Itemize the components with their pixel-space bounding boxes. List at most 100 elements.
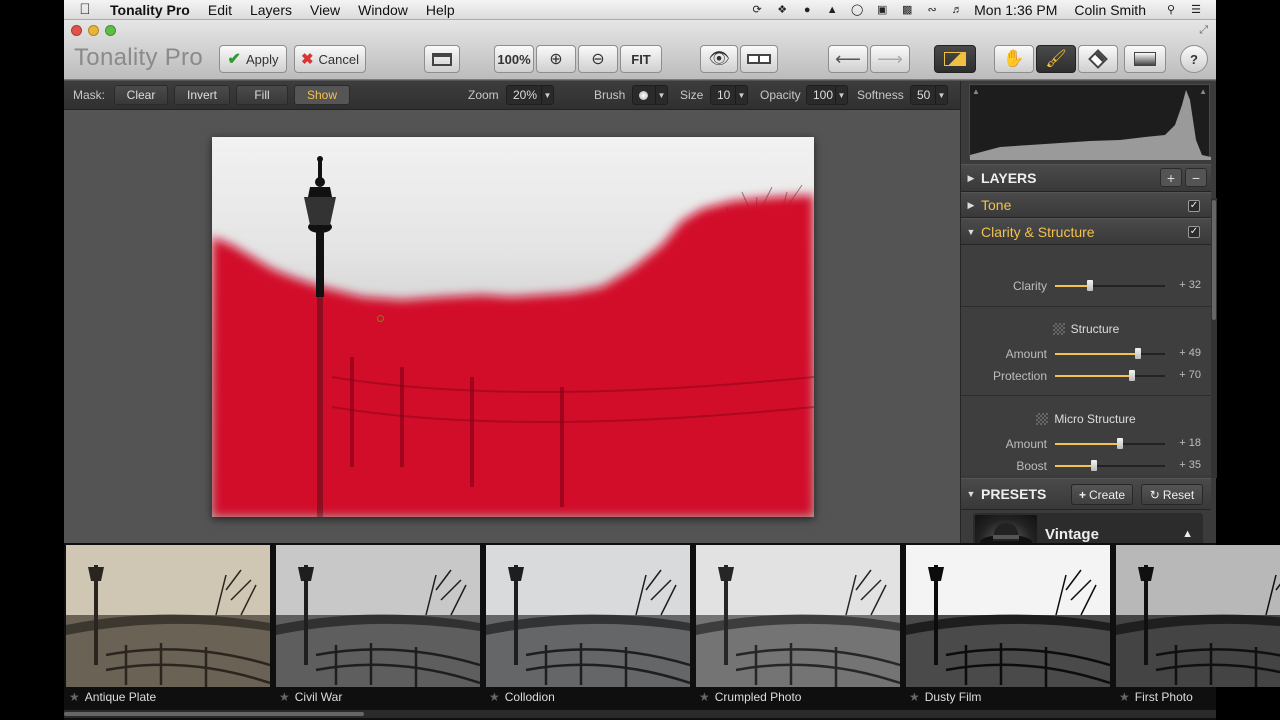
menu-window[interactable]: Window [349, 2, 417, 18]
dropbox-icon[interactable]: ❖ [774, 4, 790, 16]
scrollbar-thumb[interactable] [64, 712, 364, 716]
shadow-clip-indicator[interactable]: ▲ [972, 87, 980, 96]
redo-button[interactable]: ⟶ [870, 45, 910, 73]
size-select[interactable]: 10 ▼ [710, 85, 748, 105]
preset-label[interactable]: ★ Antique Plate [69, 690, 156, 704]
zoom-out-button[interactable]: ⊖ [578, 45, 618, 73]
micro-amount-row[interactable]: Amount + 18 [961, 434, 1211, 454]
menu-app-name[interactable]: Tonality Pro [106, 2, 199, 18]
add-layer-button[interactable]: + [1160, 168, 1182, 187]
layer-tone[interactable]: ▶ Tone ✓ [961, 192, 1211, 218]
micro-boost-row[interactable]: Boost + 35 [961, 456, 1211, 475]
clarity-slider-row[interactable]: Clarity + 32 [961, 276, 1211, 296]
softness-select[interactable]: 50 ▼ [910, 85, 948, 105]
split-view-button[interactable] [740, 45, 778, 73]
remove-layer-button[interactable]: − [1185, 168, 1207, 187]
fullscreen-icon[interactable]: ⤢ [1199, 24, 1208, 37]
network-icon[interactable]: ◯ [849, 4, 865, 16]
minimize-window-icon[interactable] [88, 25, 99, 36]
eraser-tool-button[interactable] [1078, 45, 1118, 73]
preset-thumbnail[interactable] [1116, 545, 1280, 687]
preview-button[interactable]: 👁 [700, 45, 738, 73]
panel-scrollbar[interactable] [1211, 198, 1217, 478]
upload-icon[interactable]: ▲ [824, 4, 840, 16]
opacity-select[interactable]: 100 ▼ [806, 85, 848, 105]
brush-select[interactable]: ▼ [632, 85, 668, 105]
spotlight-search-icon[interactable]: ⚲ [1163, 4, 1179, 16]
slider-handle[interactable] [1090, 460, 1097, 471]
preset-label[interactable]: ★ First Photo [1119, 690, 1193, 704]
zoom-100-button[interactable]: 100% [494, 45, 534, 73]
slider-handle[interactable] [1129, 370, 1135, 381]
camera-icon[interactable]: ▩ [899, 4, 915, 16]
favorite-star-icon[interactable]: ★ [1119, 690, 1130, 704]
gradient-tool-button[interactable] [1124, 45, 1166, 73]
screen-icon[interactable]: ▣ [874, 4, 890, 16]
evernote-icon[interactable]: ● [799, 4, 815, 16]
zoom-window-icon[interactable] [105, 25, 116, 36]
preset-thumbnail[interactable] [276, 545, 480, 687]
layers-header[interactable]: ▶ LAYERS + − [961, 164, 1211, 192]
scrollbar-thumb[interactable] [1212, 200, 1216, 320]
favorite-star-icon[interactable]: ★ [699, 690, 710, 704]
zoom-select[interactable]: 20% ▼ [506, 85, 554, 105]
micro-amount-slider[interactable] [1055, 438, 1165, 449]
slider-handle[interactable] [1134, 348, 1141, 359]
menubar-user[interactable]: Colin Smith [1074, 2, 1146, 18]
brush-tool-button[interactable]: 🖌 [1036, 45, 1076, 73]
structure-protection-row[interactable]: Protection + 70 [961, 366, 1211, 386]
preset-thumbnail[interactable] [66, 545, 270, 687]
menu-help[interactable]: Help [417, 2, 464, 18]
mask-show-button[interactable]: Show [294, 85, 350, 105]
create-preset-button[interactable]: + Create [1071, 484, 1133, 505]
help-button[interactable]: ? [1180, 45, 1208, 73]
undo-button[interactable]: ⟵ [828, 45, 868, 73]
menu-view[interactable]: View [301, 2, 349, 18]
favorite-star-icon[interactable]: ★ [69, 690, 80, 704]
preset-thumbnail[interactable] [906, 545, 1110, 687]
photo-with-mask[interactable] [212, 137, 814, 517]
favorite-star-icon[interactable]: ★ [279, 690, 290, 704]
menubar-clock[interactable]: Mon 1:36 PM [974, 2, 1057, 18]
mask-fill-button[interactable]: Fill [236, 85, 288, 105]
tone-enabled-checkbox[interactable]: ✓ [1188, 200, 1200, 212]
hand-tool-button[interactable]: ✋ [994, 45, 1034, 73]
mask-invert-button[interactable]: Invert [174, 85, 230, 105]
menu-edit[interactable]: Edit [199, 2, 241, 18]
highlight-clip-indicator[interactable]: ▲ [1199, 87, 1207, 96]
filmstrip-scrollbar[interactable] [64, 710, 1216, 718]
histogram-toggle-button[interactable] [934, 45, 976, 73]
structure-amount-row[interactable]: Amount + 49 [961, 344, 1211, 364]
toggle-panel-button[interactable] [424, 45, 460, 73]
volume-icon[interactable]: ♬ [949, 4, 965, 16]
slider-handle[interactable] [1116, 438, 1123, 449]
apply-button[interactable]: ✔ Apply [219, 45, 287, 73]
layer-clarity-structure[interactable]: ▼ Clarity & Structure ✓ [961, 218, 1211, 245]
preset-label[interactable]: ★ Dusty Film [909, 690, 981, 704]
preset-label[interactable]: ★ Collodion [489, 690, 555, 704]
close-window-icon[interactable] [71, 25, 82, 36]
preset-label[interactable]: ★ Civil War [279, 690, 342, 704]
image-canvas[interactable] [64, 110, 959, 543]
wifi-icon[interactable]: ∾ [924, 4, 940, 16]
fit-button[interactable]: FIT [620, 45, 662, 73]
notification-list-icon[interactable]: ☰ [1188, 4, 1204, 16]
slider-handle[interactable] [1087, 280, 1094, 291]
reset-presets-button[interactable]: ↻ Reset [1141, 484, 1203, 505]
mask-clear-button[interactable]: Clear [114, 85, 168, 105]
favorite-star-icon[interactable]: ★ [489, 690, 500, 704]
menu-layers[interactable]: Layers [241, 2, 301, 18]
apple-icon[interactable]:  [64, 1, 106, 18]
clarity-structure-enabled-checkbox[interactable]: ✓ [1188, 226, 1200, 238]
structure-protection-slider[interactable] [1055, 370, 1165, 381]
favorite-star-icon[interactable]: ★ [909, 690, 920, 704]
clarity-slider[interactable] [1055, 280, 1165, 291]
micro-boost-slider[interactable] [1055, 460, 1165, 471]
cancel-button[interactable]: ✖ Cancel [294, 45, 366, 73]
preset-thumbnail[interactable] [486, 545, 690, 687]
preset-label[interactable]: ★ Crumpled Photo [699, 690, 801, 704]
zoom-in-button[interactable]: ⊕ [536, 45, 576, 73]
sync-icon[interactable]: ⟳ [749, 4, 765, 16]
structure-amount-slider[interactable] [1055, 348, 1165, 359]
preset-thumbnail[interactable] [696, 545, 900, 687]
